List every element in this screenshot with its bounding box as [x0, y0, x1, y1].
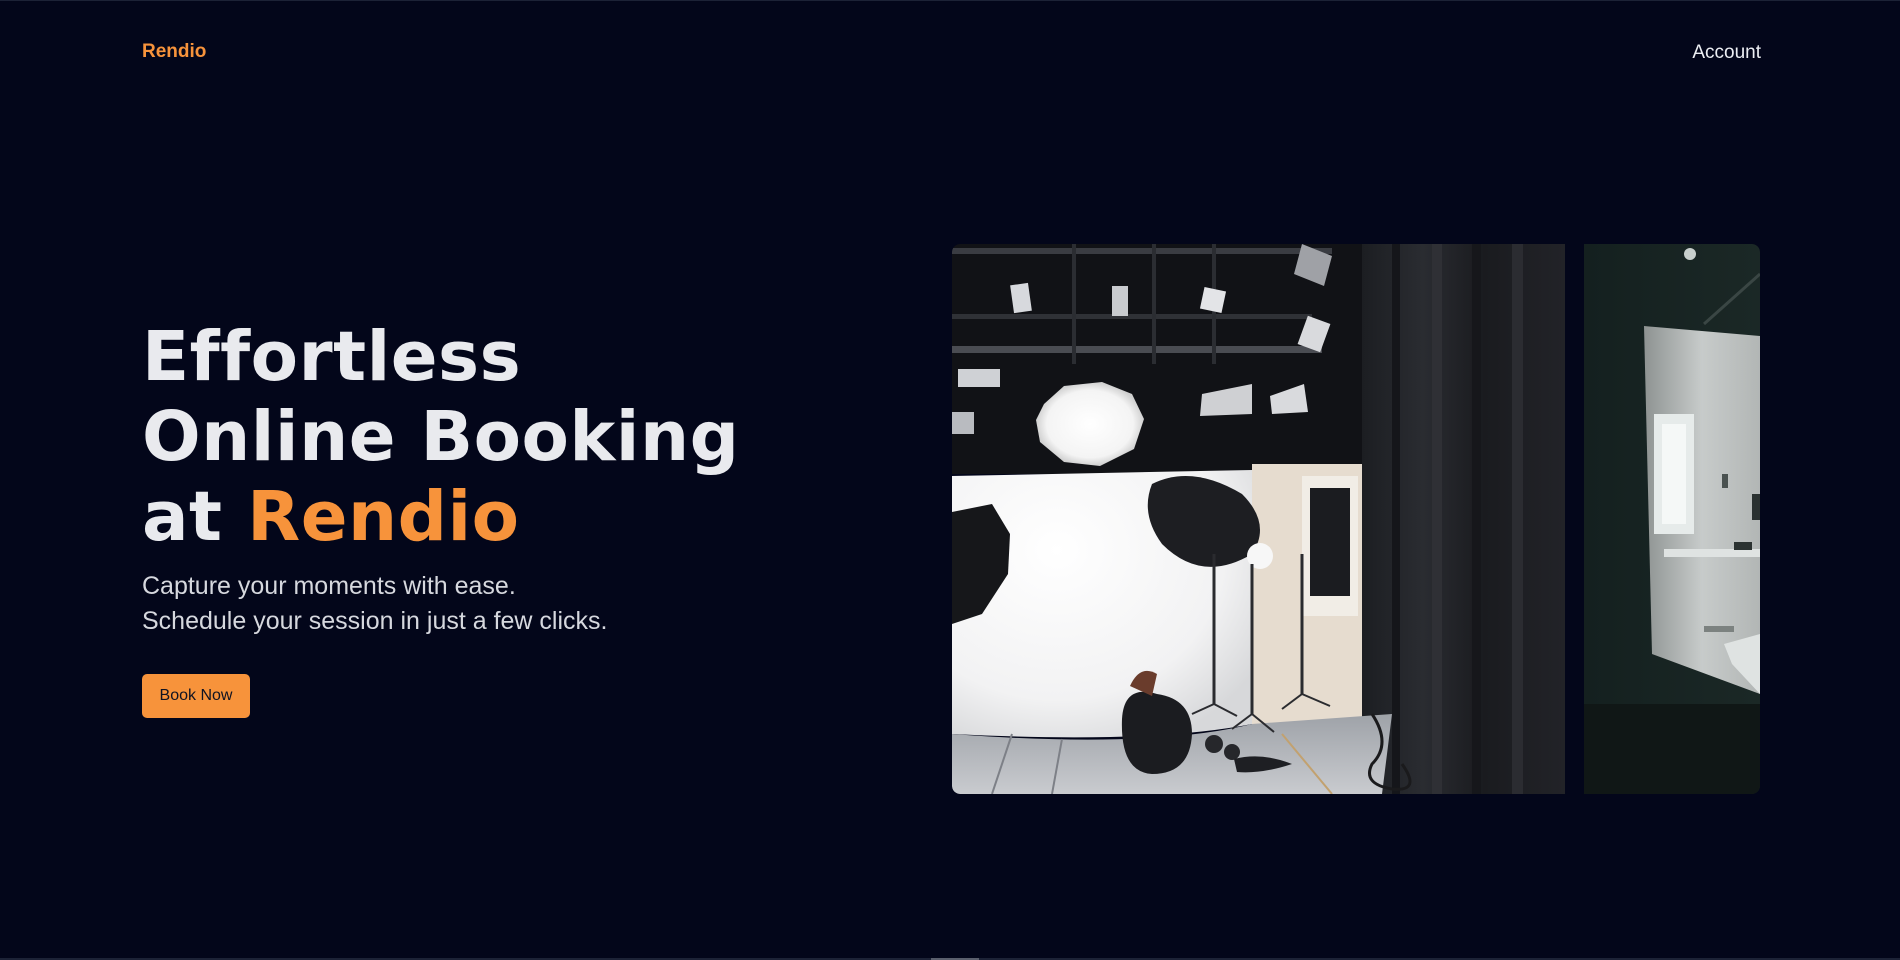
hero-text: Effortless Online Booking at Rendio Capt…: [142, 317, 842, 639]
hero-subtitle: Capture your moments with ease. Schedule…: [142, 569, 842, 639]
top-nav: Rendio Account: [0, 1, 1900, 101]
headline-line-3-prefix: at: [142, 477, 223, 557]
image-carousel[interactable]: [952, 244, 1760, 794]
photo-studio-image: [952, 244, 1565, 794]
headline-line-1: Effortless: [142, 317, 522, 397]
carousel-slide-room[interactable]: [1584, 244, 1760, 794]
studio-room-image: [1584, 244, 1760, 794]
hero-headline: Effortless Online Booking at Rendio: [142, 317, 842, 557]
carousel-slide-studio[interactable]: [952, 244, 1565, 794]
headline-line-2: Online Booking: [142, 397, 740, 477]
brand-logo-link[interactable]: Rendio: [142, 41, 206, 63]
account-link[interactable]: Account: [1692, 42, 1761, 64]
book-now-button[interactable]: Book Now: [142, 674, 250, 718]
headline-brand-accent: Rendio: [247, 477, 520, 557]
subtitle-line-1: Capture your moments with ease.: [142, 572, 516, 600]
subtitle-line-2: Schedule your session in just a few clic…: [142, 607, 608, 635]
